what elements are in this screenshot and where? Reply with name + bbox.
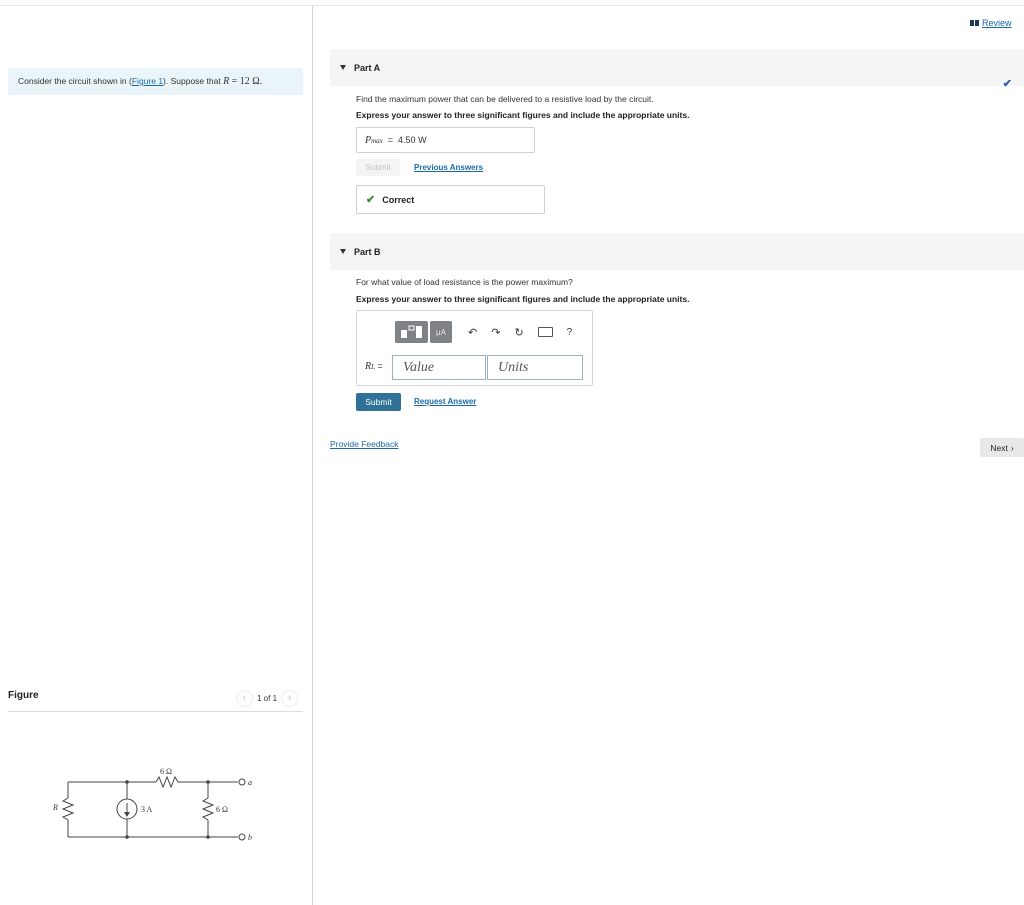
problem-intro: Consider the circuit shown in (Figure 1)… — [8, 68, 303, 95]
help-icon[interactable]: ? — [567, 327, 573, 338]
part-a-header[interactable]: Part A ✔ — [330, 49, 1024, 90]
templates-button[interactable] — [395, 321, 428, 343]
collapse-triangle-icon — [340, 249, 346, 254]
units-toolbar-button[interactable]: μA — [430, 321, 452, 343]
next-figure-button[interactable]: › — [281, 689, 299, 707]
collapse-triangle-icon — [340, 65, 346, 70]
figure-link[interactable]: Figure 1 — [132, 76, 163, 86]
figure-page-count: 1 of 1 — [257, 693, 278, 703]
correct-check-icon: ✔ — [366, 194, 376, 206]
part-b-label: Part B — [354, 246, 381, 257]
provide-feedback-link[interactable]: Provide Feedback — [330, 439, 399, 449]
figure-divider — [8, 711, 303, 712]
label-node-a: a — [248, 778, 252, 787]
label-r-left: R — [52, 803, 58, 812]
part-a-submit-button: Submit — [356, 159, 400, 176]
undo-icon[interactable]: ↶ — [468, 326, 477, 339]
label-6ohm-top: 6 Ω — [160, 767, 172, 776]
figure-title: Figure — [8, 690, 39, 701]
check-icon: ✔ — [1002, 78, 1012, 90]
review-link[interactable]: Review — [970, 18, 1012, 28]
book-icon — [970, 20, 979, 26]
templates-icon — [400, 325, 422, 338]
panel-divider — [312, 6, 313, 905]
editor-toolbar: μA ↶ ↷ ↻ ? — [395, 321, 572, 343]
r-value: = 12 Ω. — [229, 76, 263, 87]
part-b-submit-button[interactable]: Submit — [356, 393, 401, 411]
part-a-label: Part A — [354, 62, 381, 73]
prev-figure-button[interactable]: ‹ — [236, 689, 253, 707]
figure-pager: ‹ 1 of 1 › — [236, 689, 299, 707]
circuit-diagram: 6 Ω 3 A 6 Ω R a b — [52, 767, 252, 842]
units-input[interactable]: Units — [487, 355, 583, 380]
value-input[interactable]: Value — [392, 355, 486, 380]
label-source: 3 A — [141, 805, 153, 814]
part-b-header[interactable]: Part B — [330, 233, 1024, 270]
part-a-question: Find the maximum power that can be deliv… — [356, 94, 654, 104]
label-6ohm-right: 6 Ω — [216, 805, 228, 814]
keyboard-icon[interactable] — [537, 327, 553, 337]
previous-answers-link[interactable]: Previous Answers — [414, 163, 483, 172]
part-a-answer: Pmax = 4.50 W — [356, 127, 535, 153]
part-b-instruction: Express your answer to three significant… — [356, 294, 690, 304]
part-a-answer-value: 4.50 W — [398, 135, 427, 145]
answer-editor: μA ↶ ↷ ↻ ? RL = Value Units — [356, 310, 593, 386]
redo-icon[interactable]: ↷ — [491, 326, 500, 339]
rl-label: RL = — [365, 361, 383, 372]
label-node-b: b — [248, 833, 252, 842]
part-a-instruction: Express your answer to three significant… — [356, 110, 690, 120]
correct-feedback: ✔ Correct — [356, 185, 545, 214]
next-button[interactable]: Next › — [980, 438, 1024, 457]
request-answer-link[interactable]: Request Answer — [414, 397, 476, 406]
part-b-question: For what value of load resistance is the… — [356, 277, 573, 287]
chevron-right-icon: › — [1010, 442, 1014, 453]
reset-icon[interactable]: ↻ — [514, 326, 523, 339]
